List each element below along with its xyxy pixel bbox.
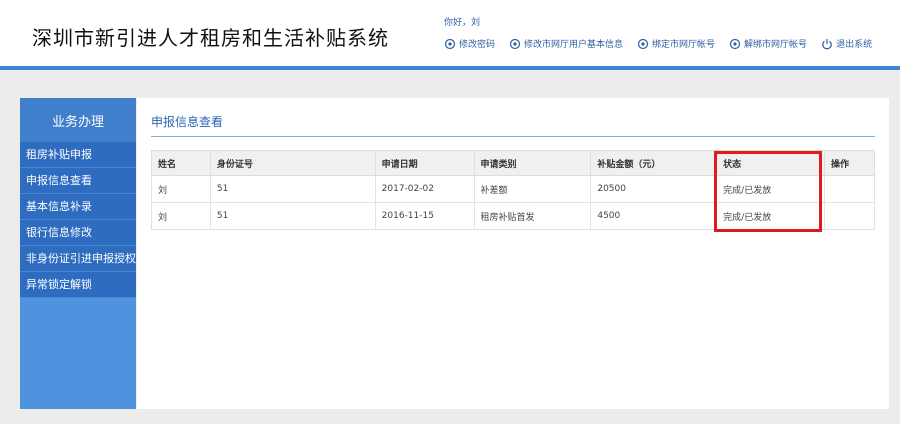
cell-id: 51 bbox=[209, 202, 376, 230]
sidebar-item-bank-info[interactable]: 银行信息修改 bbox=[20, 220, 136, 246]
column-header-id: 身份证号 bbox=[209, 150, 376, 176]
title-divider bbox=[151, 136, 875, 137]
cell-name: 刘 bbox=[151, 175, 211, 203]
header-nav: 修改密码 修改市网厅用户基本信息 绑定市网厅帐号 解绑市网厅帐号 退出系统 bbox=[444, 37, 886, 50]
cell-action bbox=[824, 202, 875, 230]
header: 深圳市新引进人才租房和生活补贴系统 你好，刘 修改密码 修改市网厅用户基本信息 … bbox=[0, 0, 900, 66]
cell-date: 2016-11-15 bbox=[374, 202, 475, 230]
edit-user-info-link[interactable]: 修改市网厅用户基本信息 bbox=[509, 37, 623, 50]
main-panel: 申报信息查看 姓名 身份证号 申请日期 申请类别 补贴金额（元） 状态 操作 刘… bbox=[137, 98, 889, 409]
header-accent-bar bbox=[0, 66, 900, 70]
page-title: 申报信息查看 bbox=[151, 115, 224, 129]
sidebar-heading: 业务办理 bbox=[20, 98, 136, 142]
cell-action bbox=[824, 175, 875, 203]
column-header-amount: 补贴金额（元） bbox=[590, 150, 718, 176]
cell-amount: 4500 bbox=[590, 202, 718, 230]
change-password-label: 修改密码 bbox=[459, 40, 496, 50]
unbind-account-link[interactable]: 解绑市网厅帐号 bbox=[729, 37, 807, 50]
column-header-category: 申请类别 bbox=[473, 150, 592, 176]
logout-label: 退出系统 bbox=[836, 40, 873, 50]
cell-id: 51 bbox=[209, 175, 376, 203]
column-header-action: 操作 bbox=[824, 150, 875, 176]
sidebar-item-unlock[interactable]: 异常锁定解锁 bbox=[20, 272, 136, 298]
system-title: 深圳市新引进人才租房和生活补贴系统 bbox=[32, 26, 389, 50]
cell-category: 补差额 bbox=[473, 175, 592, 203]
cell-category: 租房补贴首发 bbox=[473, 202, 592, 230]
user-greeting: 你好，刘 bbox=[444, 18, 481, 28]
bind-account-label: 绑定市网厅帐号 bbox=[652, 40, 716, 50]
status-highlight-box bbox=[714, 151, 822, 232]
gear-icon bbox=[729, 38, 741, 49]
unbind-account-label: 解绑市网厅帐号 bbox=[744, 40, 808, 50]
cell-name: 刘 bbox=[151, 202, 211, 230]
power-icon bbox=[822, 38, 832, 49]
column-header-name: 姓名 bbox=[151, 150, 211, 176]
sidebar-item-application-view[interactable]: 申报信息查看 bbox=[20, 168, 136, 194]
change-password-link[interactable]: 修改密码 bbox=[444, 37, 495, 50]
bind-account-link[interactable]: 绑定市网厅帐号 bbox=[637, 37, 715, 50]
edit-user-info-label: 修改市网厅用户基本信息 bbox=[524, 40, 624, 50]
gear-icon bbox=[509, 38, 521, 49]
cell-amount: 20500 bbox=[590, 175, 718, 203]
column-header-date: 申请日期 bbox=[374, 150, 475, 176]
logout-link[interactable]: 退出系统 bbox=[821, 37, 872, 50]
sidebar-item-basic-info[interactable]: 基本信息补录 bbox=[20, 194, 136, 220]
sidebar-item-non-id-authorization[interactable]: 非身份证引进申报授权 bbox=[20, 246, 136, 272]
gear-icon bbox=[637, 38, 649, 49]
sidebar: 业务办理 租房补贴申报 申报信息查看 基本信息补录 银行信息修改 非身份证引进申… bbox=[20, 98, 136, 409]
cell-date: 2017-02-02 bbox=[374, 175, 475, 203]
gear-icon bbox=[444, 38, 456, 49]
sidebar-item-rent-subsidy-apply[interactable]: 租房补贴申报 bbox=[20, 142, 136, 168]
